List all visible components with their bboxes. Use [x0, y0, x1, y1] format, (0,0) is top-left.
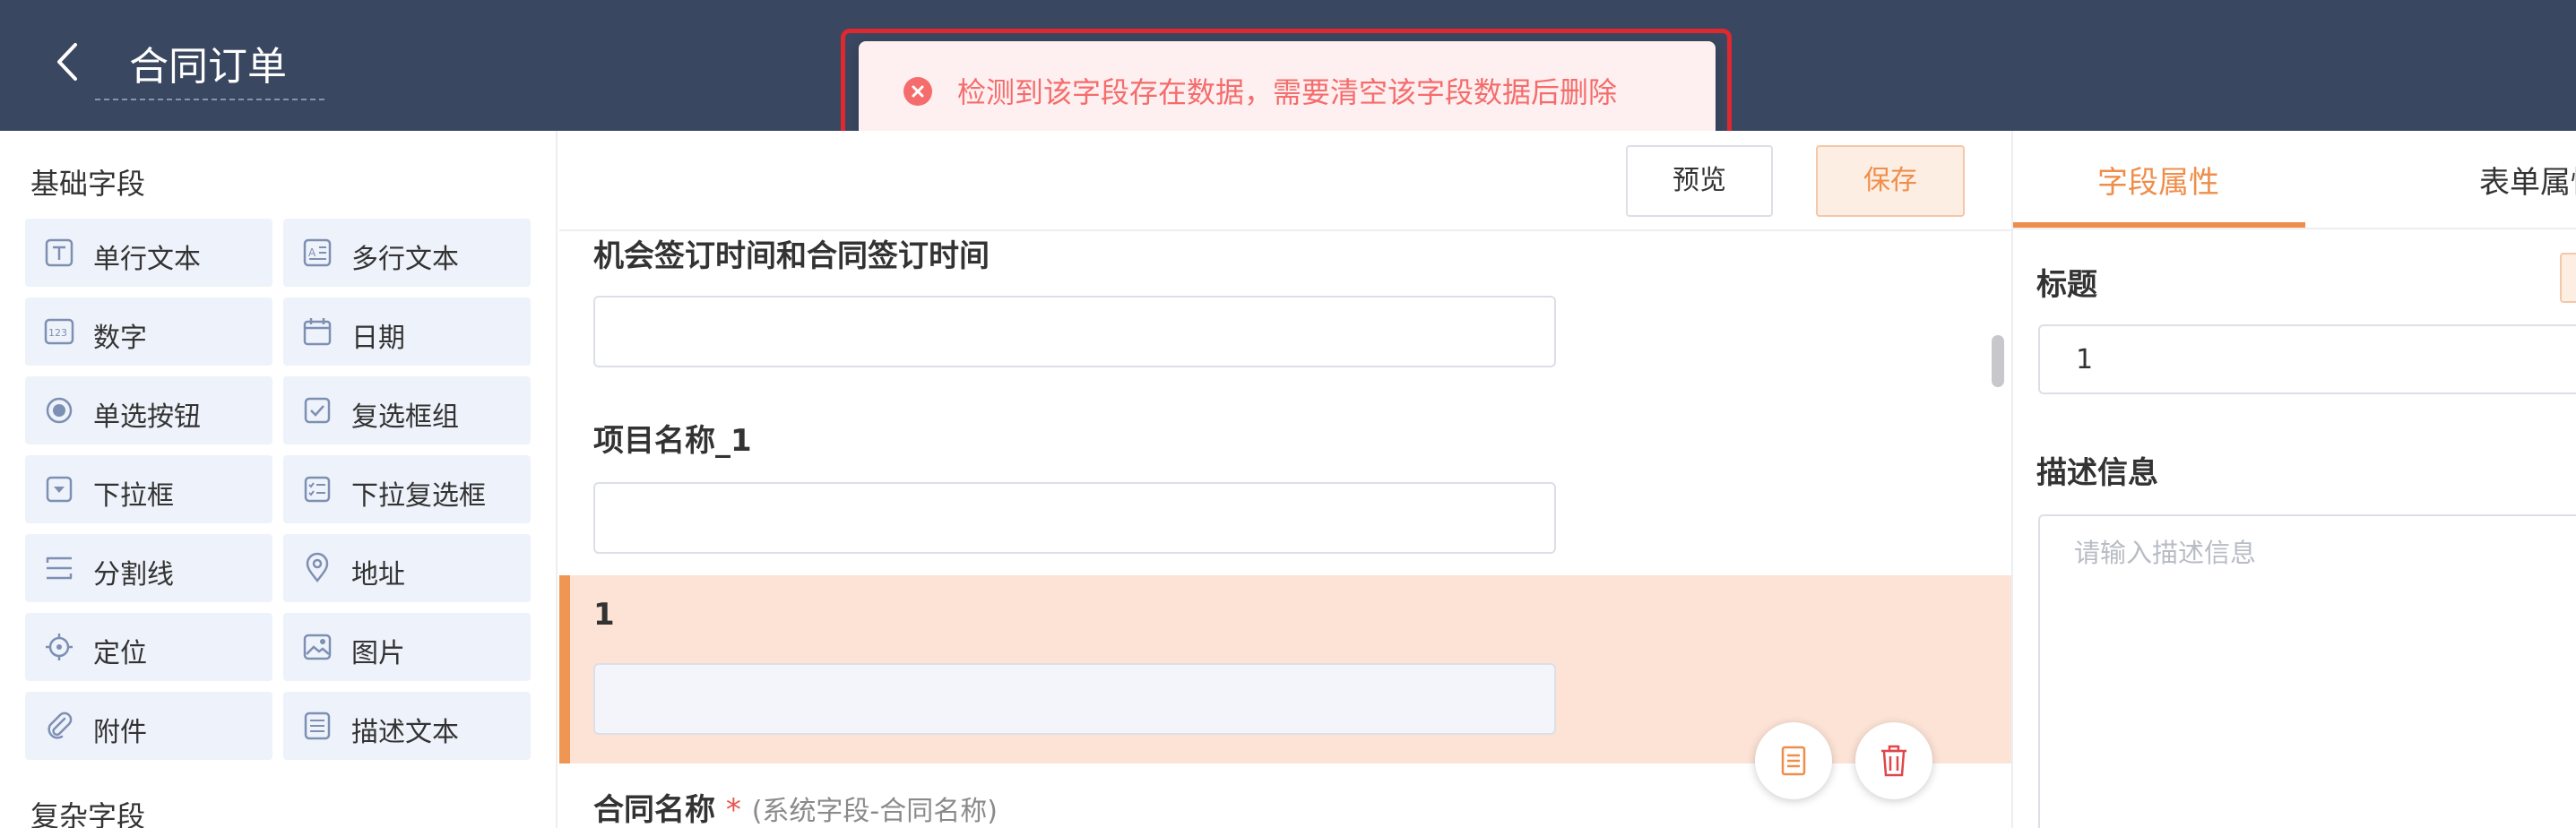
field-description-text[interactable]: 描述文本: [283, 692, 531, 760]
tab-form-properties[interactable]: 表单属性: [2479, 131, 2576, 228]
field-label: 多行文本: [351, 244, 459, 275]
single-line-text-icon: [45, 238, 73, 267]
description-textarea[interactable]: 请输入描述信息: [2038, 514, 2576, 828]
field-label: 下拉复选框: [351, 480, 486, 512]
save-button[interactable]: 保存: [1816, 145, 1965, 217]
multi-line-text-icon: A: [303, 238, 332, 267]
image-icon: [303, 634, 332, 660]
field-number[interactable]: 123 数字: [25, 298, 272, 366]
field-label: 描述文本: [351, 717, 459, 748]
form-field-input[interactable]: [593, 296, 1556, 367]
field-label: 复选框组: [351, 401, 459, 433]
error-circle-icon: [903, 77, 932, 106]
complex-fields-title: 复杂字段: [30, 799, 146, 828]
dropdown-checklist-icon: [304, 476, 331, 503]
divider-icon: [46, 556, 73, 580]
radio-icon: [46, 397, 73, 424]
number-icon: 123: [44, 318, 74, 345]
field-label: 单选按钮: [93, 401, 201, 433]
field-checkbox-group[interactable]: 复选框组: [283, 376, 531, 444]
required-mark: *: [725, 792, 741, 828]
form-field-input[interactable]: [593, 482, 1556, 554]
field-address[interactable]: 地址: [283, 534, 531, 602]
field-image[interactable]: 图片: [283, 613, 531, 681]
form-field-label: 项目名称_1: [593, 423, 752, 459]
description-placeholder: 请输入描述信息: [2074, 538, 2257, 568]
crosshair-icon: [46, 634, 73, 660]
dropdown-icon: [46, 476, 73, 503]
field-label: 单行文本: [93, 244, 201, 275]
tab-divider: [2013, 228, 2576, 229]
title-option-button[interactable]: [2560, 253, 2576, 303]
copy-icon: [1781, 746, 1806, 776]
form-field-label-contract-name: 合同名称 * (系统字段-合同名称): [593, 785, 998, 828]
field-label: 附件: [93, 717, 147, 748]
field-palette: 基础字段 单行文本 A 多行文本 123 数字 日期 单选按钮 复选框组 下拉框…: [0, 131, 558, 828]
field-label: 日期: [351, 323, 405, 354]
field-label: 数字: [93, 323, 147, 354]
field-date[interactable]: 日期: [283, 298, 531, 366]
field-single-line-text[interactable]: 单行文本: [25, 219, 272, 287]
basic-fields-title: 基础字段: [30, 167, 146, 201]
canvas-toolbar: 预览 保存: [559, 131, 2011, 231]
field-label: 定位: [93, 638, 147, 669]
field-multi-line-text[interactable]: A 多行文本: [283, 219, 531, 287]
properties-panel: 字段属性 表单属性 标题 1 描述信息 请输入描述信息: [2011, 131, 2576, 828]
form-canvas: 预览 保存 机会签订时间和合同签订时间 项目名称_1 1 合同名称 * (系统字…: [559, 131, 2011, 828]
checkbox-icon: [304, 397, 331, 424]
description-label: 描述信息: [2036, 455, 2158, 491]
field-positioning[interactable]: 定位: [25, 613, 272, 681]
field-label: 图片: [351, 638, 405, 669]
toast-message: 检测到该字段存在数据，需要清空该字段数据后删除: [957, 75, 1618, 109]
field-divider[interactable]: 分割线: [25, 534, 272, 602]
title-label: 标题: [2036, 267, 2097, 303]
contract-name-label: 合同名称: [593, 792, 715, 828]
error-toast: 检测到该字段存在数据，需要清空该字段数据后删除: [859, 41, 1716, 142]
chevron-left-icon: [57, 43, 77, 81]
tab-label: 字段属性: [2097, 165, 2219, 201]
paperclip-icon: [48, 712, 73, 739]
field-dropdown-checklist[interactable]: 下拉复选框: [283, 455, 531, 523]
svg-text:A: A: [308, 246, 316, 259]
field-radio[interactable]: 单选按钮: [25, 376, 272, 444]
field-dropdown[interactable]: 下拉框: [25, 455, 272, 523]
location-pin-icon: [306, 552, 329, 583]
delete-field-button[interactable]: [1855, 722, 1932, 799]
calendar-icon: [303, 318, 332, 346]
field-label: 分割线: [93, 559, 174, 591]
trash-icon: [1881, 745, 1906, 777]
form-field-label: 机会签订时间和合同签订时间: [593, 238, 990, 274]
app-root: 合同订单 检测到该字段存在数据，需要清空该字段数据后删除 基础字段 单行文本 A…: [0, 0, 2576, 828]
svg-text:123: 123: [48, 327, 67, 339]
tab-field-properties[interactable]: 字段属性: [2013, 131, 2305, 228]
title-input-value: 1: [2076, 344, 2094, 375]
back-button[interactable]: [47, 39, 91, 84]
page-title-editable[interactable]: 合同订单: [95, 27, 324, 100]
form-field-input[interactable]: [593, 663, 1556, 735]
canvas-scrollbar[interactable]: [1992, 335, 2004, 387]
page-title: 合同订单: [129, 44, 287, 90]
field-attachment[interactable]: 附件: [25, 692, 272, 760]
field-label: 地址: [351, 559, 405, 591]
form-field-label: 1: [593, 597, 615, 633]
title-input[interactable]: 1: [2038, 324, 2576, 394]
description-text-icon: [304, 712, 331, 740]
tab-label: 表单属性: [2479, 165, 2576, 201]
system-field-hint: (系统字段-合同名称): [751, 796, 998, 827]
copy-field-button[interactable]: [1755, 722, 1832, 799]
preview-button[interactable]: 预览: [1626, 145, 1773, 217]
field-label: 下拉框: [93, 480, 174, 512]
